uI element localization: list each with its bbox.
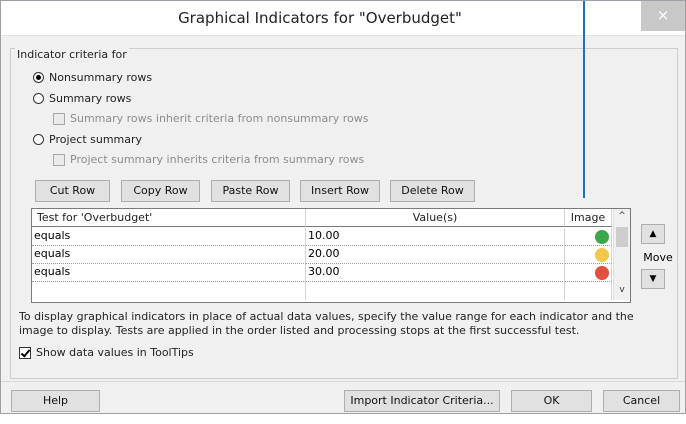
move-label: Move (643, 251, 673, 264)
checkbox-icon (53, 153, 65, 166)
help-button[interactable]: Help (11, 390, 100, 412)
footer-separator (1, 381, 685, 382)
description-text: To display graphical indicators in place… (19, 310, 634, 337)
cell-test[interactable]: equals (32, 246, 306, 264)
radio-label: Nonsummary rows (49, 71, 153, 84)
close-button[interactable]: × (641, 1, 685, 31)
checkbox-label: Show data values in ToolTips (36, 346, 194, 359)
cell-image[interactable] (565, 264, 612, 282)
cell-image[interactable] (565, 282, 612, 300)
cell-image[interactable] (565, 228, 612, 246)
scroll-thumb[interactable] (616, 227, 628, 247)
radio-icon[interactable] (33, 72, 44, 83)
checkbox-project-inherit: Project summary inherits criteria from s… (53, 153, 364, 166)
header-test: Test for 'Overbudget' (32, 209, 306, 227)
cell-test[interactable] (32, 282, 306, 300)
table-row[interactable]: equals 30.00 (32, 264, 612, 282)
cell-test[interactable]: equals (32, 228, 306, 246)
scroll-down-icon[interactable]: v (614, 285, 630, 295)
cell-value[interactable]: 10.00 (306, 228, 565, 246)
checkbox-show-tooltips[interactable]: Show data values in ToolTips (19, 346, 194, 359)
insert-row-button[interactable]: Insert Row (300, 180, 380, 202)
move-up-button[interactable]: ▲ (641, 224, 665, 244)
copy-row-button[interactable]: Copy Row (121, 180, 200, 202)
radio-project-summary[interactable]: Project summary (33, 133, 142, 146)
cell-test[interactable]: equals (32, 264, 306, 282)
paste-row-button[interactable]: Paste Row (211, 180, 290, 202)
radio-icon[interactable] (33, 134, 44, 145)
scroll-up-icon[interactable]: ^ (614, 211, 630, 221)
radio-icon[interactable] (33, 93, 44, 104)
grid-scrollbar[interactable]: ^ v (613, 209, 630, 300)
radio-label: Summary rows (49, 92, 132, 105)
cut-row-button[interactable]: Cut Row (35, 180, 110, 202)
indicator-grid[interactable]: Test for 'Overbudget' Value(s) Image equ… (31, 208, 631, 303)
group-label: Indicator criteria for (15, 48, 129, 61)
checkbox-icon (53, 112, 65, 125)
radio-nonsummary-rows[interactable]: Nonsummary rows (33, 71, 152, 84)
checkbox-summary-inherit: Summary rows inherit criteria from nonsu… (53, 112, 368, 125)
radio-label: Project summary (49, 133, 143, 146)
checkbox-label: Summary rows inherit criteria from nonsu… (70, 112, 369, 125)
cell-value[interactable]: 20.00 (306, 246, 565, 264)
green-smiley-icon (595, 230, 609, 244)
table-row[interactable] (32, 282, 612, 300)
graphical-indicators-dialog: Graphical Indicators for "Overbudget" × … (0, 0, 686, 414)
checkbox-icon[interactable] (19, 346, 31, 359)
cell-value[interactable] (306, 282, 565, 300)
yellow-neutral-icon (595, 248, 609, 262)
callout-pointer-line (583, 1, 585, 198)
table-row[interactable]: equals 10.00 (32, 228, 612, 246)
header-values: Value(s) (306, 209, 565, 227)
header-image: Image (565, 209, 612, 227)
cancel-button[interactable]: Cancel (603, 390, 680, 412)
move-down-button[interactable]: ▼ (641, 269, 665, 289)
ok-button[interactable]: OK (511, 390, 592, 412)
checkbox-label: Project summary inherits criteria from s… (70, 153, 365, 166)
red-frown-icon (595, 266, 609, 280)
import-criteria-button[interactable]: Import Indicator Criteria... (344, 390, 500, 412)
delete-row-button[interactable]: Delete Row (390, 180, 475, 202)
radio-summary-rows[interactable]: Summary rows (33, 92, 131, 105)
cell-image[interactable] (565, 246, 612, 264)
table-row[interactable]: equals 20.00 (32, 246, 612, 264)
cell-value[interactable]: 30.00 (306, 264, 565, 282)
dialog-title: Graphical Indicators for "Overbudget" (178, 9, 462, 27)
